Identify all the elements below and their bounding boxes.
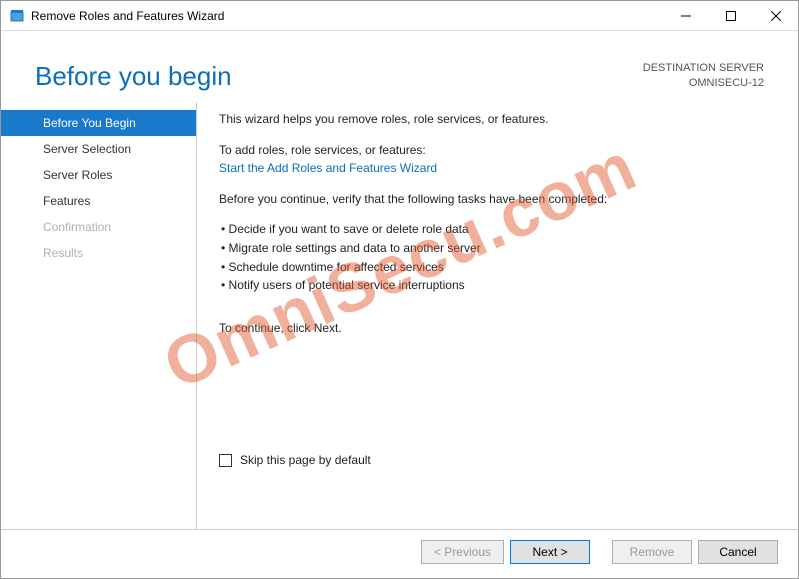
destination-value: OMNISECU-12 xyxy=(643,76,764,91)
sidebar-item-before-you-begin[interactable]: Before You Begin xyxy=(1,110,196,136)
verify-label: Before you continue, verify that the fol… xyxy=(219,190,768,209)
start-add-wizard-link[interactable]: Start the Add Roles and Features Wizard xyxy=(219,161,437,175)
task-item: Schedule downtime for affected services xyxy=(221,258,768,277)
skip-row: Skip this page by default xyxy=(219,451,768,470)
window-controls xyxy=(663,1,798,30)
wizard-steps-sidebar: Before You Begin Server Selection Server… xyxy=(1,102,196,529)
task-list: Decide if you want to save or delete rol… xyxy=(221,220,768,294)
titlebar: Remove Roles and Features Wizard xyxy=(1,1,798,31)
destination-label: DESTINATION SERVER xyxy=(643,61,764,76)
wizard-content: This wizard helps you remove roles, role… xyxy=(196,102,778,529)
maximize-button[interactable] xyxy=(708,1,753,30)
minimize-button[interactable] xyxy=(663,1,708,30)
wizard-footer: < Previous Next > Remove Cancel xyxy=(1,529,798,578)
wizard-header: Before you begin DESTINATION SERVER OMNI… xyxy=(1,31,798,102)
wizard-window: Remove Roles and Features Wizard Before … xyxy=(0,0,799,579)
task-item: Decide if you want to save or delete rol… xyxy=(221,220,768,239)
wizard-main: Before You Begin Server Selection Server… xyxy=(1,102,798,529)
sidebar-item-features[interactable]: Features xyxy=(1,188,196,214)
skip-checkbox[interactable] xyxy=(219,454,232,467)
remove-button: Remove xyxy=(612,540,692,564)
window-title: Remove Roles and Features Wizard xyxy=(31,9,663,23)
intro-text: This wizard helps you remove roles, role… xyxy=(219,110,768,129)
next-button[interactable]: Next > xyxy=(510,540,590,564)
destination-server-info: DESTINATION SERVER OMNISECU-12 xyxy=(643,61,764,92)
skip-label: Skip this page by default xyxy=(240,451,371,470)
sidebar-item-confirmation: Confirmation xyxy=(1,214,196,240)
add-roles-label: To add roles, role services, or features… xyxy=(219,141,768,160)
task-item: Migrate role settings and data to anothe… xyxy=(221,239,768,258)
sidebar-item-server-roles[interactable]: Server Roles xyxy=(1,162,196,188)
close-button[interactable] xyxy=(753,1,798,30)
sidebar-item-results: Results xyxy=(1,240,196,266)
continue-text: To continue, click Next. xyxy=(219,319,768,338)
task-item: Notify users of potential service interr… xyxy=(221,276,768,295)
previous-button: < Previous xyxy=(421,540,504,564)
sidebar-item-server-selection[interactable]: Server Selection xyxy=(1,136,196,162)
cancel-button[interactable]: Cancel xyxy=(698,540,778,564)
app-icon xyxy=(9,8,25,24)
page-title: Before you begin xyxy=(35,61,643,92)
